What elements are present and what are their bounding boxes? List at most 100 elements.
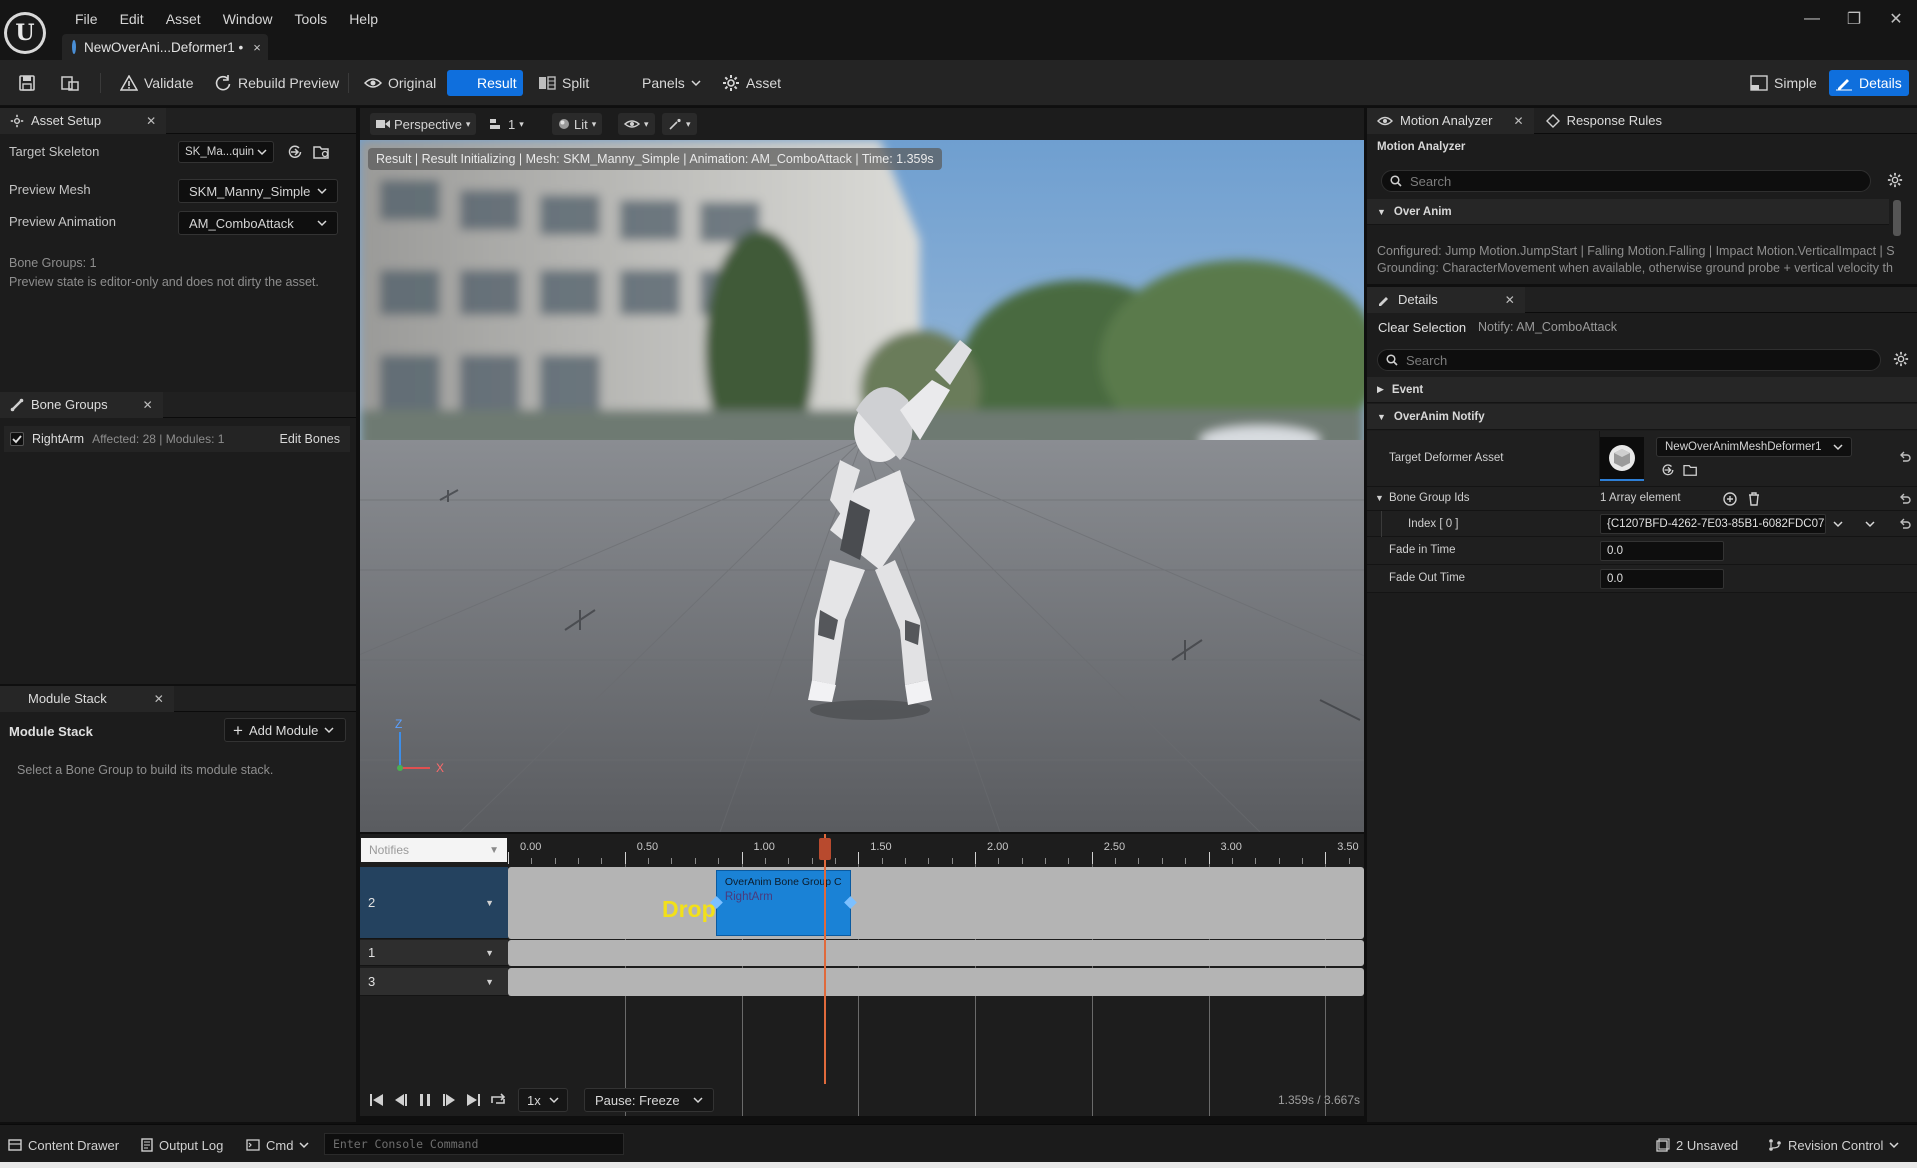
caret-down-icon[interactable]: ▼ [485,948,494,958]
reset-to-default-icon[interactable] [1899,493,1911,505]
bone-group-checkbox[interactable] [10,432,24,446]
tab-bone-groups[interactable]: Bone Groups ✕ [0,391,163,418]
details-search[interactable]: Search [1377,349,1881,371]
menu-help[interactable]: Help [338,8,389,30]
close-icon[interactable]: ✕ [154,692,164,706]
settings-gear-icon[interactable] [1893,351,1909,367]
document-tab[interactable]: NewOverAni...Deformer1 • × [62,34,268,60]
viewport-settings-dropdown[interactable]: ▾ [662,113,697,135]
notify-timeline[interactable]: Notifies ▼ 0.00 0.50 1.00 1.50 2.00 2.50 3.00 3… [360,834,1364,1116]
go-to-end-icon[interactable] [464,1092,482,1108]
loop-icon[interactable] [488,1092,508,1108]
lit-mode-dropdown[interactable]: Lit ▾ [552,113,603,135]
playhead[interactable] [819,834,832,1084]
caret-down-icon[interactable]: ▼ [1375,493,1384,503]
original-view-button[interactable]: Original [358,70,442,96]
track-header-2[interactable]: 2 ▼ [360,867,508,939]
camera-speed-dropdown[interactable]: 1 ▾ [484,113,530,135]
unreal-logo-icon[interactable]: U [4,12,46,54]
restore-icon[interactable]: ❐ [1833,6,1875,32]
menu-window[interactable]: Window [212,8,284,30]
tab-response-rules[interactable]: Response Rules [1536,108,1672,134]
bone-group-row[interactable]: RightArm Affected: 28 | Modules: 1 Edit … [4,426,350,452]
viewport[interactable]: Perspective ▾ 1 ▾ Lit ▾ ▾ ▾ Z X Result |… [360,108,1364,832]
add-element-icon[interactable] [1723,492,1737,506]
tab-details[interactable]: Details ✕ [1367,286,1525,313]
playhead-handle[interactable] [819,838,832,860]
close-icon[interactable]: ✕ [143,398,153,412]
target-skeleton-combo[interactable]: SK_Ma...quin [178,141,274,163]
pause-mode-dropdown[interactable]: Pause: Freeze [584,1088,714,1112]
track-body-1[interactable] [508,940,1364,966]
browse-folder-icon[interactable] [1683,463,1699,477]
result-view-button[interactable]: Result [447,70,523,96]
browse-asset-icon[interactable] [54,70,86,96]
browse-folder-icon[interactable] [313,144,331,160]
settings-gear-icon[interactable] [1887,172,1903,188]
split-view-button[interactable]: Split [532,70,595,96]
perspective-dropdown[interactable]: Perspective ▾ [370,113,477,135]
tab-asset-setup[interactable]: Asset Setup ✕ [0,107,167,134]
output-log-button[interactable]: Output Log [141,1135,223,1155]
caret-down-icon[interactable]: ▼ [485,898,494,908]
trash-icon[interactable] [1747,492,1761,506]
track-header-1[interactable]: 1 ▼ [360,940,508,966]
asset-thumbnail[interactable] [1600,437,1644,481]
array-options-icon[interactable] [1865,520,1875,528]
preview-animation-combo[interactable]: AM_ComboAttack [178,211,338,235]
tab-motion-analyzer[interactable]: Motion Analyzer ✕ [1367,107,1534,134]
go-to-start-icon[interactable] [368,1092,386,1108]
menu-file[interactable]: File [64,8,109,30]
simple-mode-button[interactable]: Simple [1744,70,1823,96]
notifies-filter-dropdown[interactable]: Notifies ▼ [361,838,507,862]
close-icon[interactable]: ✕ [1505,293,1515,307]
asset-settings-button[interactable]: Asset [716,70,787,96]
index-guid-field[interactable]: {C1207BFD-4262-7E03-85B1-6082FDC073 [1600,514,1826,534]
menu-asset[interactable]: Asset [155,8,212,30]
pause-icon[interactable] [416,1092,434,1108]
fade-in-field[interactable]: 0.0 [1600,541,1724,561]
document-tab-close-icon[interactable]: × [253,40,261,55]
track-body-3[interactable] [508,968,1364,996]
tab-module-stack[interactable]: Module Stack ✕ [0,685,174,712]
details-mode-button[interactable]: Details [1829,70,1909,96]
use-selected-icon[interactable] [1661,463,1675,477]
console-input[interactable]: Enter Console Command [324,1133,624,1155]
track-header-3[interactable]: 3 ▼ [360,968,508,996]
motion-analyzer-search[interactable]: Search [1381,170,1871,192]
over-anim-section[interactable]: ▼ Over Anim [1367,199,1889,225]
use-selected-icon[interactable] [287,144,303,160]
panels-dropdown[interactable]: Panels [636,70,707,96]
minimize-icon[interactable]: — [1791,6,1833,32]
menu-tools[interactable]: Tools [284,8,339,30]
close-icon[interactable]: ✕ [1514,114,1524,128]
unsaved-button[interactable]: 2 Unsaved [1656,1135,1738,1155]
add-module-button[interactable]: + Add Module [224,718,346,742]
time-ruler[interactable]: 0.00 0.50 1.00 1.50 2.00 2.50 3.00 3.50 [508,834,1364,864]
scrollbar-thumb[interactable] [1893,200,1901,236]
step-forward-icon[interactable] [440,1092,458,1108]
reset-to-default-icon[interactable] [1899,518,1911,530]
validate-button[interactable]: Validate [114,70,200,96]
notify-block[interactable]: OverAnim Bone Group C RightArm [709,870,858,936]
show-flags-dropdown[interactable]: ▾ [618,113,655,135]
chevron-down-icon[interactable] [1833,520,1843,528]
cmd-dropdown[interactable]: Cmd [246,1135,309,1155]
playback-rate-dropdown[interactable]: 1x [518,1088,568,1112]
target-deformer-combo[interactable]: NewOverAnimMeshDeformer1 [1656,437,1852,457]
step-back-icon[interactable] [392,1092,410,1108]
content-drawer-button[interactable]: Content Drawer [8,1135,119,1155]
revision-control-dropdown[interactable]: Revision Control [1768,1135,1899,1155]
viewport-scene[interactable]: Z X Result | Result Initializing | Mesh:… [360,140,1364,832]
menu-edit[interactable]: Edit [109,8,155,30]
preview-mesh-combo[interactable]: SKM_Manny_Simple [178,179,338,203]
save-icon[interactable] [12,70,42,96]
overanim-notify-section[interactable]: ▼ OverAnim Notify [1367,404,1917,430]
edit-bones-button[interactable]: Edit Bones [280,432,344,446]
close-window-icon[interactable]: ✕ [1875,6,1917,32]
reset-to-default-icon[interactable] [1899,451,1911,463]
track-body-2[interactable] [508,867,1364,939]
caret-down-icon[interactable]: ▼ [485,977,494,987]
close-icon[interactable]: ✕ [146,114,156,128]
rebuild-preview-button[interactable]: Rebuild Preview [208,70,345,96]
